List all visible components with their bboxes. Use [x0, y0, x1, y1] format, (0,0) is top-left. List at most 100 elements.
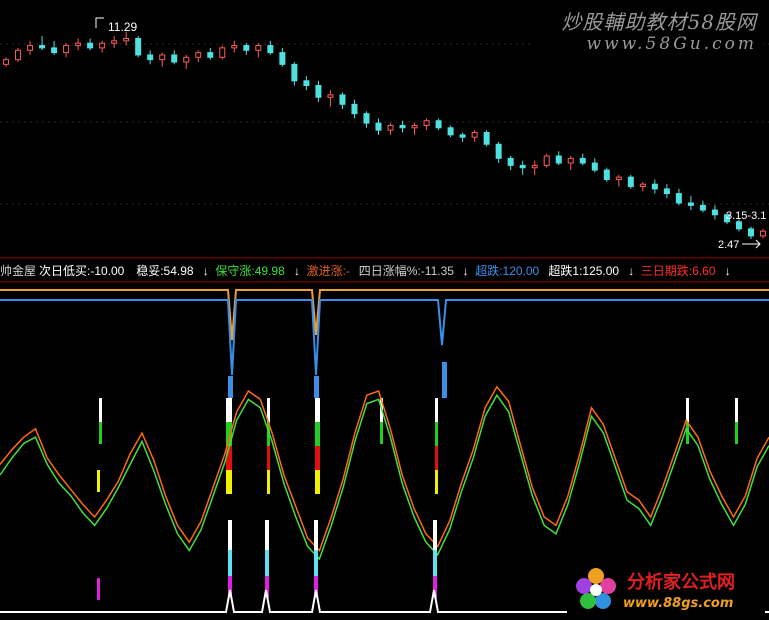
signal-white	[686, 398, 689, 422]
candle-body	[39, 45, 46, 49]
candle-body	[75, 42, 82, 47]
logo-url: www.88gs.com	[623, 596, 734, 611]
candle-body	[99, 42, 106, 49]
candle-body	[63, 45, 70, 54]
signal-cyan	[228, 550, 232, 576]
candle-body	[27, 45, 34, 51]
flower-logo-icon	[576, 568, 616, 609]
signal-white	[433, 520, 437, 550]
candle-body	[423, 120, 430, 126]
watermark-58gu: 炒股輔助教材58股网 www.58Gu.com	[533, 4, 763, 56]
candle-body	[51, 47, 58, 54]
candle-body	[651, 183, 658, 190]
signal-bar	[442, 362, 447, 398]
low-label: 2.47	[718, 239, 739, 251]
header-label: 激进涨:-	[307, 263, 350, 278]
header-label: ↓	[725, 264, 731, 278]
candle-body	[519, 164, 526, 169]
header-label: ↓	[628, 264, 634, 278]
candle-body	[579, 157, 586, 164]
signal-white	[228, 520, 232, 550]
signal-green	[435, 422, 438, 446]
candle-body	[459, 134, 466, 138]
candle-body	[183, 56, 190, 63]
signal-yellow	[267, 470, 270, 494]
candle-body	[339, 94, 346, 105]
candle-body	[195, 52, 202, 58]
watermark-88gs: 分析家公式网 www.88gs.com	[567, 562, 765, 616]
signal-bar	[228, 376, 233, 398]
candle-body	[435, 120, 442, 129]
candle-body	[279, 52, 286, 65]
low-arrow-icon	[742, 239, 761, 249]
logo-title: 分析家公式网	[627, 572, 735, 593]
bottom-signals	[97, 520, 437, 600]
signal-cyan	[314, 550, 318, 576]
oscillator-lines	[0, 385, 769, 561]
candle-body	[399, 124, 406, 129]
candle-body	[267, 45, 274, 54]
signal-green	[99, 422, 102, 444]
chart-canvas: 11.29 3.15-3.1 2.47 帅金屋 次日低买:-10.00 稳妥:54.…	[0, 17, 769, 613]
signal-stack	[97, 398, 738, 494]
candle-body	[15, 49, 22, 61]
signal-white	[226, 398, 232, 422]
peak-marker-icon	[95, 17, 104, 28]
candle-body	[111, 40, 118, 44]
candle-body	[147, 54, 154, 61]
candle-body	[567, 157, 574, 164]
candle-body	[315, 85, 322, 98]
candle-body	[3, 59, 10, 65]
candle-body	[615, 176, 622, 180]
header-label: 四日涨幅%:-11.35	[359, 263, 454, 278]
candle-body	[495, 143, 502, 159]
signal-green	[735, 422, 738, 444]
signal-white	[435, 398, 438, 422]
candle-body	[687, 202, 694, 206]
candle-body	[711, 209, 718, 216]
candle-body	[411, 124, 418, 129]
candle-body	[555, 155, 562, 164]
candle-body	[207, 52, 214, 58]
header-label: ↓	[463, 264, 469, 278]
candle-body	[543, 155, 550, 166]
candle-body	[447, 127, 454, 136]
signal-red	[267, 446, 270, 470]
signal-yellow	[315, 470, 320, 494]
signal-magenta	[97, 578, 100, 600]
candle-body	[123, 38, 130, 42]
header-label: 三日期跌:6.60	[641, 263, 716, 278]
watermark-title: 炒股輔助教材58股网	[561, 10, 757, 34]
header-label: 超跌:120.00	[475, 263, 539, 278]
candle-body	[351, 103, 358, 115]
header-label: 稳妥:54.98	[136, 263, 194, 278]
candle-body	[747, 228, 754, 237]
indicator-header: 帅金屋 次日低买:-10.00 稳妥:54.98 ↓ 保守涨:49.98 ↓ 激进涨:- 四日…	[0, 263, 731, 278]
signal-yellow	[97, 470, 100, 492]
oscillator-series-line	[0, 385, 769, 553]
candle-body	[663, 188, 670, 195]
header-label: 超跌1:125.00	[548, 263, 619, 278]
candle-body	[87, 42, 94, 49]
candle-body	[507, 157, 514, 166]
signal-yellow	[435, 470, 438, 494]
candle-body	[363, 113, 370, 124]
signal-red	[435, 446, 438, 470]
peak-label: 11.29	[108, 20, 137, 34]
header-label: 次日低买:-10.00	[39, 264, 125, 278]
candle-body	[255, 45, 262, 51]
candlestick-group	[3, 31, 766, 239]
candle-body	[483, 132, 490, 145]
candle-body	[135, 38, 142, 56]
candle-body	[471, 132, 478, 138]
signal-white	[735, 398, 738, 422]
candle-body	[735, 221, 742, 230]
candle-body	[675, 193, 682, 204]
signal-white	[315, 398, 320, 422]
range-label: 3.15-3.1	[726, 210, 766, 222]
signal-bar	[314, 376, 319, 398]
signal-green	[380, 422, 383, 444]
signal-bars-blue	[228, 362, 447, 398]
signal-white	[314, 520, 318, 550]
blue-top-line	[0, 299, 769, 376]
